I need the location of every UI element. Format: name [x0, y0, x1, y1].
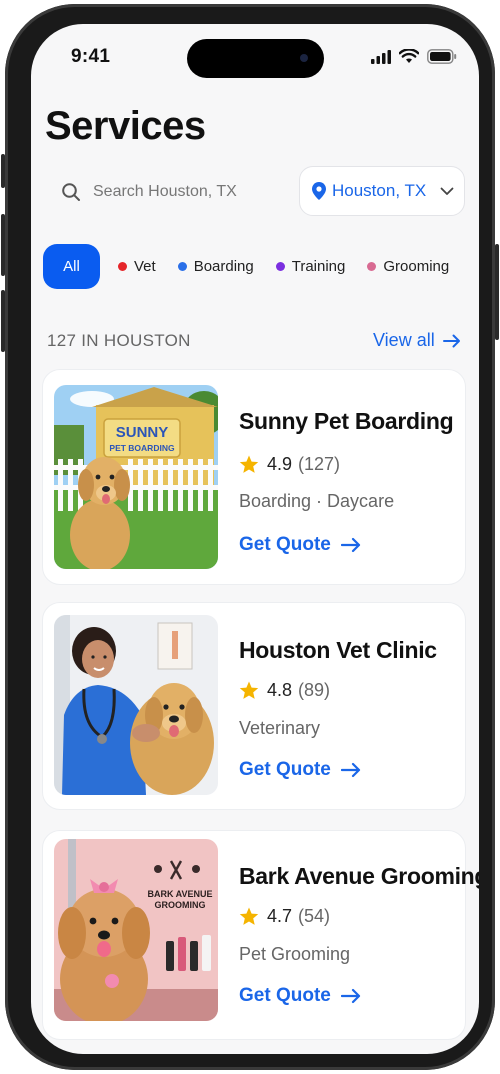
filter-chip-label: Vet — [134, 258, 156, 275]
filter-chip-boarding[interactable]: Boarding — [177, 258, 254, 275]
listing-photo-vet — [54, 615, 218, 795]
filter-chip-vet[interactable]: Vet — [118, 258, 156, 275]
arrow-right-icon — [340, 762, 360, 778]
chevron-down-icon — [440, 187, 454, 195]
sign-line-2: GROOMING — [155, 900, 206, 910]
rating-value: 4.7 — [267, 906, 293, 926]
status-icons — [371, 49, 457, 64]
arrow-right-icon — [340, 537, 360, 553]
vet-dot-icon — [118, 262, 127, 271]
page-title: Services — [45, 104, 206, 148]
listing-card[interactable]: SUNNY PET BOARDING Sunny Pet Boarding 4.… — [42, 369, 466, 585]
get-quote-label: Get Quote — [239, 534, 331, 555]
boarding-dot-icon — [177, 262, 187, 271]
get-quote-button[interactable]: Get Quote — [239, 985, 361, 1007]
listing-name: Bark Avenue Grooming — [239, 863, 479, 889]
mute-switch — [1, 154, 5, 188]
location-label: Houston, TX — [332, 181, 427, 200]
listing-photo-grooming: BARK AVENUE GROOMING — [54, 839, 218, 1021]
rating-value: 4.8 — [267, 680, 293, 700]
phone-frame: 9:41 Services Search Houston, TX Houston… — [1, 4, 499, 1070]
arrow-right-icon — [340, 988, 360, 1004]
get-quote-label: Get Quote — [239, 759, 331, 780]
signal-icon — [371, 49, 391, 64]
wifi-icon — [399, 49, 419, 63]
get-quote-label: Get Quote — [239, 985, 331, 1006]
filter-chip-all[interactable]: All — [43, 244, 100, 289]
sign-line-1: BARK AVENUE — [147, 889, 212, 899]
filter-chip-training[interactable]: Training — [275, 258, 346, 275]
review-count: (89) — [298, 680, 331, 700]
listing-card[interactable]: BARK AVENUE GROOMING Bark Avenue Groomin… — [42, 830, 479, 1040]
get-quote-button[interactable]: Get Quote — [239, 534, 361, 556]
screen: 9:41 Services Search Houston, TX Houston… — [31, 24, 479, 1054]
listing-category: Pet Grooming — [239, 944, 351, 964]
location-selector[interactable]: Houston, TX — [299, 166, 465, 216]
location-pin-icon — [312, 182, 326, 200]
listing-rating: 4.9 (127) — [239, 454, 340, 475]
volume-down-button — [1, 290, 5, 352]
filter-chips: All Vet Boarding Training Grooming — [43, 244, 471, 289]
filter-chip-label: Boarding — [193, 258, 254, 275]
grooming-dot-icon — [367, 262, 377, 271]
filter-chip-label: Training — [291, 258, 346, 275]
search-icon — [62, 183, 80, 201]
listing-card[interactable]: Houston Vet Clinic 4.8 (89) Veterinary G… — [42, 602, 466, 810]
status-time: 9:41 — [71, 46, 111, 67]
listing-rating: 4.8 (89) — [239, 680, 330, 701]
power-button — [495, 244, 499, 340]
training-dot-icon — [275, 262, 285, 271]
battery-icon — [427, 49, 457, 64]
arrow-right-icon — [442, 334, 460, 347]
results-count: 127 IN HOUSTON — [47, 331, 191, 350]
listing-name: Sunny Pet Boarding — [239, 408, 454, 434]
review-count: (127) — [298, 454, 341, 474]
view-all-link[interactable]: View all — [373, 330, 461, 351]
listing-name: Houston Vet Clinic — [239, 637, 437, 663]
star-icon — [239, 907, 259, 925]
review-count: (54) — [298, 906, 331, 926]
listing-photo-boarding: SUNNY PET BOARDING — [54, 385, 218, 569]
star-icon — [239, 455, 259, 473]
search-bar[interactable] — [45, 169, 285, 215]
star-icon — [239, 681, 259, 699]
sign-line-2: PET BOARDING — [109, 443, 175, 453]
volume-up-button — [1, 214, 5, 276]
get-quote-button[interactable]: Get Quote — [239, 759, 361, 781]
filter-chip-grooming[interactable]: Grooming — [367, 258, 449, 275]
dynamic-island — [187, 39, 324, 78]
view-all-label: View all — [373, 330, 435, 350]
listing-rating: 4.7 (54) — [239, 906, 330, 927]
listing-category: Veterinary — [239, 718, 321, 738]
filter-chip-label: Grooming — [383, 258, 450, 275]
listing-category: Boarding · Daycare — [239, 491, 395, 511]
search-input[interactable] — [91, 182, 275, 202]
rating-value: 4.9 — [267, 454, 293, 474]
sign-line-1: SUNNY — [116, 424, 169, 441]
